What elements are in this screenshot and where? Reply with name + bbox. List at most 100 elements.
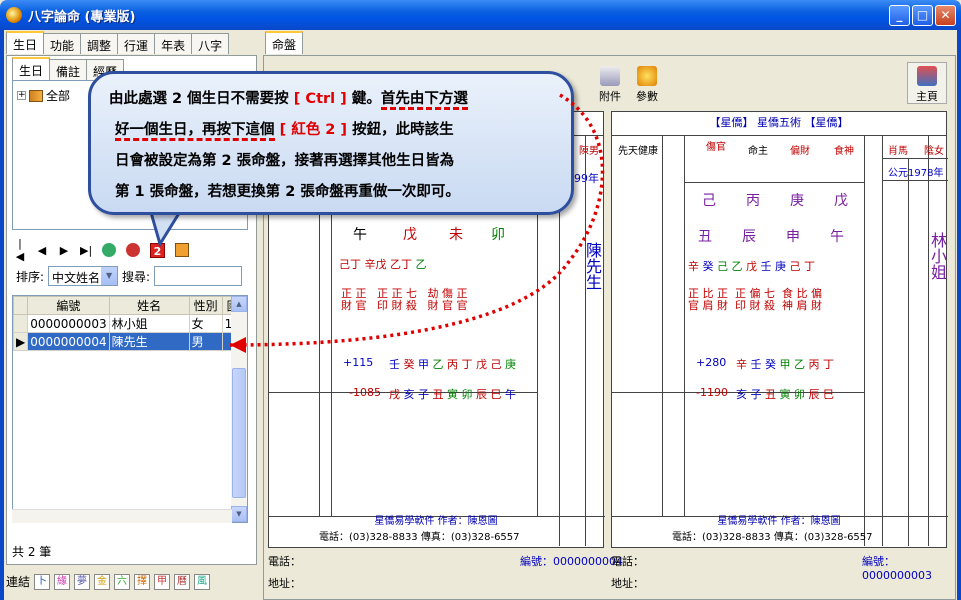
second-address: 地址： (268, 577, 301, 590)
chevron-down-icon[interactable]: ▼ (101, 267, 118, 285)
link-gold[interactable]: 金 (94, 573, 111, 590)
subtab-notes[interactable]: 備註 (49, 59, 88, 80)
chart-first-footer: 星僑易學軟件 作者：陳恩圖 (717, 516, 841, 527)
year-label: 公元1978年 (888, 168, 944, 179)
cell-name: 陳先生 (108, 332, 190, 351)
next-record-icon[interactable]: ▶ (58, 244, 70, 257)
link-divination[interactable]: 卜 (34, 573, 51, 590)
stem-top-0: 己 (702, 193, 716, 209)
minimize-button[interactable]: _ (889, 5, 910, 26)
link-dream[interactable]: 夢 (74, 573, 91, 590)
app-icon (6, 7, 22, 23)
link-six[interactable]: 六 (114, 573, 131, 590)
link-fate[interactable]: 緣 (54, 573, 71, 590)
tab-yearly[interactable]: 年表 (154, 33, 193, 54)
book-icon (29, 89, 43, 102)
home-button[interactable]: 主頁 (907, 62, 947, 104)
grid-line (662, 136, 663, 516)
grid-line (882, 158, 948, 159)
left-tabbar: 生日 功能 調整 行運 年表 八字 (6, 31, 230, 55)
link-select[interactable]: 擇 (134, 573, 151, 590)
params-label: 參數 (636, 90, 658, 103)
chart-first-name: 林小姐 (928, 232, 947, 280)
dayun-end: -1085 (349, 386, 381, 399)
tab-luck[interactable]: 行運 (117, 33, 156, 54)
cell-id: 0000000004 (27, 332, 110, 351)
title-bar: 八字論命 (專業版) _ □ ✕ (0, 0, 961, 30)
close-button[interactable]: ✕ (935, 5, 956, 26)
grid-line (684, 182, 864, 183)
tab-adjust[interactable]: 調整 (80, 33, 119, 54)
cell-id: 0000000003 (27, 314, 110, 333)
link-jia[interactable]: 甲 (154, 573, 171, 590)
chart-second-footer: 星僑易學軟件 作者：陳恩圖 (374, 516, 498, 527)
attach-icon (600, 66, 620, 86)
gender-tag: 陰女 (924, 146, 944, 157)
prev-record-icon[interactable]: ◀ (36, 244, 48, 257)
window-frame-left (0, 30, 4, 600)
stem-top-3: 戊 (834, 193, 848, 209)
row-indicator (13, 314, 29, 333)
link-calendar[interactable]: 曆 (174, 573, 191, 590)
sort-label: 排序: (16, 269, 45, 284)
grid-hscrollbar[interactable] (12, 509, 232, 523)
grid-header-id[interactable]: 編號 (27, 296, 110, 315)
grid-header-name[interactable]: 姓名 (108, 296, 190, 315)
subtab-birthday[interactable]: 生日 (12, 57, 51, 80)
first-tel: 電話： (611, 555, 644, 568)
scroll-down-icon[interactable]: ▼ (231, 506, 247, 522)
sort-select[interactable]: 中文姓名 ▼ (48, 266, 119, 286)
tab-birthday[interactable]: 生日 (6, 31, 45, 54)
chart-first: 【星僑】 星僑五術 【星僑】 先天健康 傷官 命主 偏財 食神 肖馬 陰女 公元… (611, 111, 948, 548)
maximize-button[interactable]: □ (912, 5, 933, 26)
params-button[interactable]: 參數 (627, 62, 667, 104)
tab-bazi[interactable]: 八字 (191, 33, 230, 54)
first-record-icon[interactable]: |◀ (14, 237, 26, 263)
god-0: 傷官 (706, 142, 726, 153)
scroll-thumb[interactable] (232, 368, 246, 498)
search-label: 搜尋: (122, 269, 151, 284)
first-address: 地址： (611, 577, 644, 590)
params-icon (637, 66, 657, 86)
first-serial: 編號：0000000003 (862, 555, 932, 582)
tree-root-label: 全部 (46, 89, 71, 103)
expand-icon[interactable]: + (17, 91, 26, 100)
right-tabbar: 命盤 (265, 31, 304, 55)
stem-top-2: 庚 (790, 193, 804, 209)
tab-chart[interactable]: 命盤 (265, 31, 304, 54)
row-pointer-icon: ▶ (13, 332, 29, 351)
delete-person-icon[interactable] (126, 243, 140, 257)
last-record-icon[interactable]: ▶| (80, 244, 92, 257)
link-fengshui[interactable]: 風 (194, 573, 211, 590)
tab-function[interactable]: 功能 (43, 33, 82, 54)
add-person-icon[interactable] (102, 243, 116, 257)
record-count: 共 2 筆 (12, 545, 52, 559)
god-1: 命主 (748, 146, 768, 157)
second-serial: 編號：0000000004 (520, 555, 623, 568)
sort-select-value: 中文姓名 (52, 271, 101, 285)
grid-line (882, 180, 948, 181)
chart-second-phone: 電話：(03)328-8833 傳真：(03)328-6557 (319, 532, 520, 543)
dayun-start-right: +280 (696, 356, 727, 369)
zodiac-tag: 肖馬 (888, 146, 908, 157)
window-frame-right (957, 30, 961, 600)
grid-line (864, 136, 865, 546)
grid-line (908, 158, 909, 546)
stem-bottom-3: 午 (830, 229, 844, 245)
god-3: 食神 (834, 146, 854, 157)
home-label: 主頁 (916, 90, 938, 103)
home-icon (917, 66, 937, 86)
tree-root[interactable]: + 全部 (17, 87, 70, 104)
stem-top-1: 丙 (746, 193, 760, 209)
stem-bottom-0: 丑 (698, 229, 712, 245)
links-label: 連結 (6, 575, 31, 589)
cell-name: 林小姐 (108, 314, 190, 333)
god-2: 偏財 (790, 146, 810, 157)
dayun-end-right: -1190 (696, 386, 728, 399)
grid-line (928, 136, 929, 546)
second-tel: 電話： (268, 555, 301, 568)
window-title: 八字論命 (專業版) (28, 10, 136, 25)
chart-first-header: 【星僑】 星僑五術 【星僑】 (612, 112, 946, 136)
grid-line (684, 136, 685, 516)
chart-first-phone: 電話：(03)328-8833 傳真：(03)328-6557 (672, 532, 873, 543)
